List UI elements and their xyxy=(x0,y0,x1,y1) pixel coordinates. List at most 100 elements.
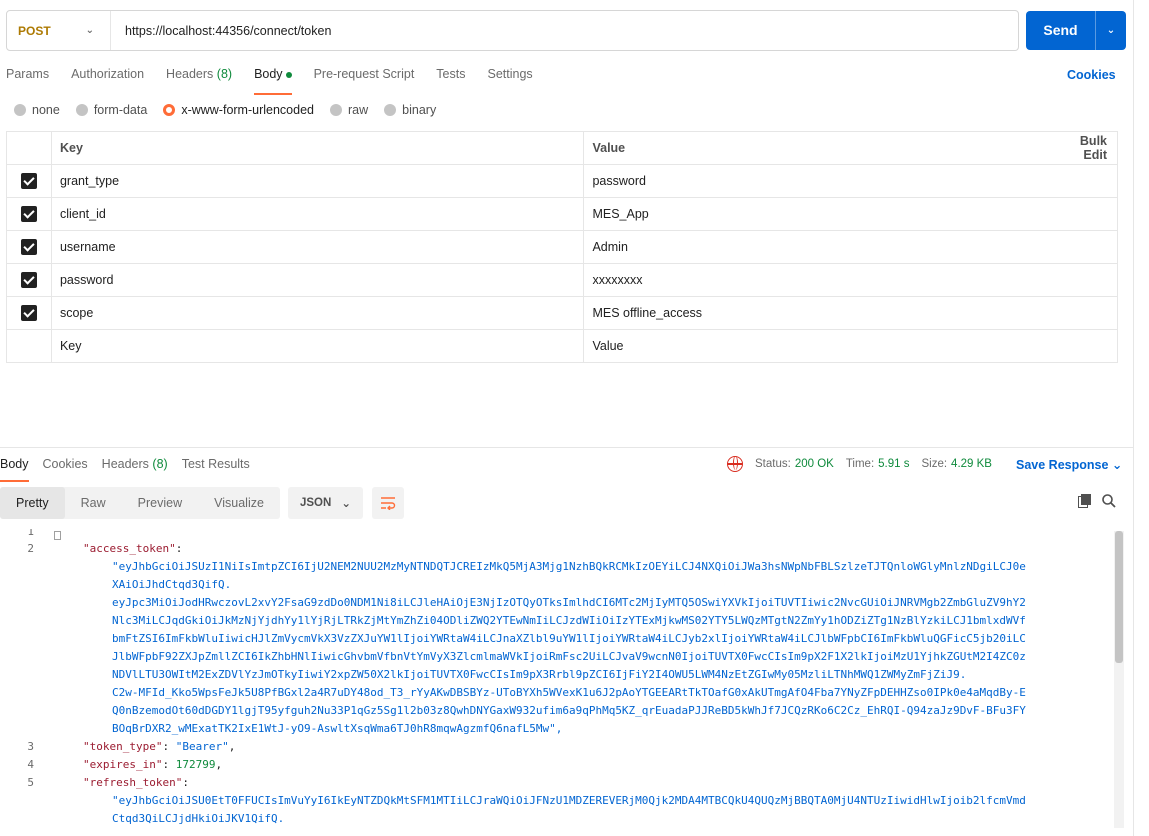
value-cell[interactable]: password xyxy=(583,164,1118,198)
chevron-down-icon: ⌄ xyxy=(1111,458,1123,472)
checkbox[interactable] xyxy=(20,173,37,189)
response-divider[interactable] xyxy=(0,447,1134,448)
code-continuation: XAiOiJhdCtqd3QifQ. xyxy=(112,578,232,591)
key-cell[interactable]: grant_type xyxy=(50,164,585,198)
code-scrollbar[interactable] xyxy=(1114,531,1124,828)
code-line-refresh-token: "refresh_token": xyxy=(83,776,189,789)
params-table: Key Value Bulk Edit grant_type password … xyxy=(6,131,1118,363)
radio-icon xyxy=(330,104,342,116)
status-label: Status: xyxy=(755,458,791,470)
wrap-lines-icon xyxy=(380,497,396,510)
key-cell[interactable]: scope xyxy=(50,296,585,330)
send-button[interactable]: Send ⌄ xyxy=(1026,11,1126,50)
cookies-link[interactable]: Cookies xyxy=(1067,68,1116,82)
save-response-button[interactable]: Save Response ⌄ xyxy=(1016,457,1122,472)
size-value[interactable]: 4.29 KB xyxy=(951,458,992,470)
tab-params[interactable]: Params xyxy=(6,64,49,90)
copy-icon[interactable] xyxy=(1078,494,1092,511)
format-label: JSON xyxy=(299,497,332,509)
radio-binary[interactable]: binary xyxy=(384,103,436,117)
table-row: password xxxxxxxx xyxy=(6,263,1118,297)
code-continuation: "eyJhbGciOiJSU0EtT0FFUCIsImVuYyI6IkEyNTZ… xyxy=(112,794,1026,807)
code-continuation: eyJpc3MiOiJodHRwczovL2xvY2FsaG9zdDo0NDM1… xyxy=(112,596,1026,609)
value-cell[interactable]: MES offline_access xyxy=(583,296,1118,330)
value-cell[interactable]: MES_App xyxy=(583,197,1118,231)
response-tab-headers[interactable]: Headers (8) xyxy=(102,456,168,472)
tab-settings[interactable]: Settings xyxy=(487,64,532,90)
tab-body[interactable]: Body xyxy=(254,64,292,95)
url-input[interactable]: https://localhost:44356/connect/token xyxy=(111,24,331,38)
value-header: Value xyxy=(583,131,1046,165)
globe-icon[interactable] xyxy=(727,456,743,472)
format-select[interactable]: JSON ⌄ xyxy=(287,487,363,519)
view-mode-switch: Pretty Raw Preview Visualize xyxy=(0,487,280,519)
body-type-options: none form-data x-www-form-urlencoded raw… xyxy=(14,103,452,117)
code-line-token-type: "token_type": "Bearer", xyxy=(83,740,236,753)
key-header: Key xyxy=(50,131,585,165)
response-tab-test-results[interactable]: Test Results xyxy=(182,456,250,472)
time-value[interactable]: 5.91 s xyxy=(878,458,909,470)
table-header: Key Value Bulk Edit xyxy=(6,131,1118,165)
radio-icon xyxy=(75,104,88,116)
fold-toggle-icon[interactable] xyxy=(54,531,61,540)
key-cell[interactable]: password xyxy=(50,263,585,297)
method-label: POST xyxy=(18,23,51,38)
headers-count: (8) xyxy=(216,67,233,81)
radio-icon xyxy=(14,104,26,116)
request-bar: POST ⌄ https://localhost:44356/connect/t… xyxy=(6,10,1019,51)
radio-form-data[interactable]: form-data xyxy=(75,103,147,117)
response-headers-count: (8) xyxy=(152,457,168,471)
checkbox[interactable] xyxy=(20,272,37,288)
key-cell[interactable]: client_id xyxy=(50,197,585,231)
value-cell[interactable]: xxxxxxxx xyxy=(583,263,1118,297)
radio-raw[interactable]: raw xyxy=(330,103,368,117)
tab-tests[interactable]: Tests xyxy=(436,64,465,90)
response-status-area: Status: 200 OK Time: 5.91 s Size: 4.29 K… xyxy=(727,456,1004,472)
new-row: Key Value xyxy=(6,329,1118,363)
new-key-input[interactable]: Key xyxy=(50,329,585,363)
code-continuation: "eyJhbGciOiJSUzI1NiIsImtpZCI6IjU2NEM2NUU… xyxy=(112,560,1026,573)
method-select[interactable]: POST ⌄ xyxy=(7,11,111,50)
code-continuation: Nlc3MiLCJqdGkiOiJkMzNjYjdhYy1lYjRjLTRkZj… xyxy=(112,614,1026,627)
view-preview[interactable]: Preview xyxy=(122,487,198,519)
wrap-lines-button[interactable] xyxy=(371,487,404,519)
right-panel-edge xyxy=(1133,0,1134,836)
modified-dot-icon xyxy=(285,71,292,78)
view-visualize[interactable]: Visualize xyxy=(198,487,280,519)
new-value-input[interactable]: Value xyxy=(583,329,1118,363)
code-continuation: Q0nBzemodOt60dDGDY1lgjT95yfguh2Nu33P1qGz… xyxy=(112,704,1026,717)
view-raw[interactable]: Raw xyxy=(65,487,122,519)
key-cell[interactable]: username xyxy=(50,230,585,264)
radio-x-www-form-urlencoded[interactable]: x-www-form-urlencoded xyxy=(163,103,314,117)
table-row: client_id MES_App xyxy=(6,197,1118,231)
send-options-chevron-icon[interactable]: ⌄ xyxy=(1096,25,1126,36)
response-tab-body[interactable]: Body xyxy=(0,456,29,482)
radio-icon xyxy=(384,104,397,116)
table-row: username Admin xyxy=(6,230,1118,264)
code-continuation: NDVlLTU3OWItM2ExZDVlYzJmOTkyIiwiY2xpZW50… xyxy=(112,668,967,681)
bulk-edit-button[interactable]: Bulk Edit xyxy=(1045,131,1118,165)
tab-pre-request-script[interactable]: Pre-request Script xyxy=(314,64,415,90)
status-value[interactable]: 200 OK xyxy=(795,458,834,470)
value-cell[interactable]: Admin xyxy=(583,230,1118,264)
tab-headers[interactable]: Headers (8) xyxy=(166,64,232,90)
checkbox[interactable] xyxy=(20,239,37,255)
request-tabs: Params Authorization Headers (8) Body Pr… xyxy=(6,64,555,95)
search-icon[interactable] xyxy=(1102,494,1116,511)
time-label: Time: xyxy=(845,458,875,470)
scrollbar-thumb[interactable] xyxy=(1115,531,1123,663)
code-continuation: C2w-MFId_Kko5WpsFeJk5U8PfBGxl2a4R7uDY48o… xyxy=(112,686,1026,699)
table-row: scope MES offline_access xyxy=(6,296,1118,330)
radio-none[interactable]: none xyxy=(14,103,60,117)
code-continuation: JlbWFpbF92ZXJpZmllZCI6IkZhbHNlIiwicGhvbm… xyxy=(112,650,1026,663)
tab-authorization[interactable]: Authorization xyxy=(71,64,144,90)
view-pretty[interactable]: Pretty xyxy=(0,487,65,519)
code-continuation: bmFtZSI6ImFkbWluIiwicHJlZmVycmVkX3VzZXJu… xyxy=(112,632,1026,645)
response-tools xyxy=(1078,494,1126,511)
checkbox[interactable] xyxy=(20,305,37,321)
checkbox[interactable] xyxy=(20,206,37,222)
response-body-code[interactable]: 1 2 3 4 5 "access_token": "eyJhbGciOiJSU… xyxy=(0,529,1112,836)
code-continuation: BOqBrDXR2_wMExatTK2IxE1WtJ-yO9-AswltXsqW… xyxy=(112,722,563,735)
response-tabs: Body Cookies Headers (8) Test Results xyxy=(0,456,264,482)
response-tab-cookies[interactable]: Cookies xyxy=(43,456,88,472)
